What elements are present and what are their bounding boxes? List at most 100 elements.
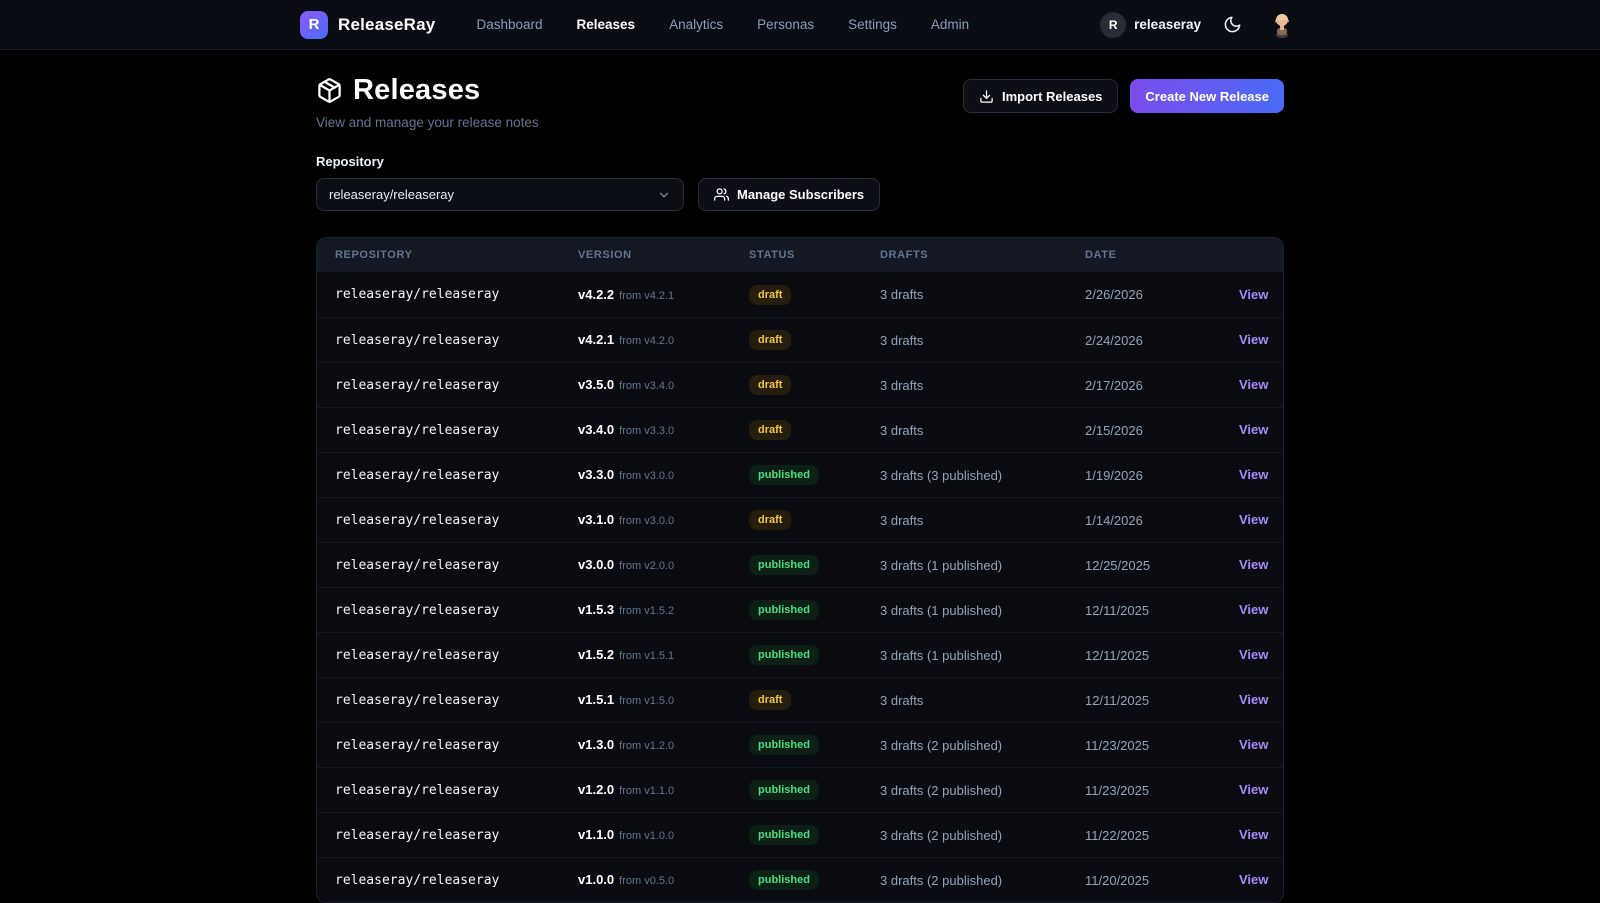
row-status: published xyxy=(749,870,880,890)
row-version-number: v4.2.1 xyxy=(578,332,614,347)
nav-item-settings[interactable]: Settings xyxy=(848,17,897,32)
table-row: releaseray/releaseray v1.5.3from v1.5.2 … xyxy=(317,587,1283,632)
table-row: releaseray/releaseray v3.0.0from v2.0.0 … xyxy=(317,542,1283,587)
nav-item-admin[interactable]: Admin xyxy=(931,17,969,32)
view-link[interactable]: View xyxy=(1239,287,1268,302)
row-date: 2/26/2026 xyxy=(1085,287,1239,302)
row-version: v4.2.1from v4.2.0 xyxy=(578,331,749,349)
row-actions: View xyxy=(1239,871,1284,889)
view-link[interactable]: View xyxy=(1239,827,1268,842)
row-drafts: 3 drafts (2 published) xyxy=(880,738,1085,753)
view-link[interactable]: View xyxy=(1239,512,1268,527)
row-version-number: v1.5.2 xyxy=(578,647,614,662)
row-date: 11/22/2025 xyxy=(1085,828,1239,843)
row-drafts: 3 drafts (1 published) xyxy=(880,648,1085,663)
table-row: releaseray/releaseray v3.5.0from v3.4.0 … xyxy=(317,362,1283,407)
row-repository: releaseray/releaseray xyxy=(317,287,578,302)
row-version-number: v3.0.0 xyxy=(578,557,614,572)
row-actions: View xyxy=(1239,511,1284,529)
release-table-body: releaseray/releaseray v4.2.2from v4.2.1 … xyxy=(317,272,1283,902)
row-version-from: from v3.0.0 xyxy=(619,470,674,482)
nav-item-releases[interactable]: Releases xyxy=(577,17,636,32)
row-status: published xyxy=(749,645,880,665)
nav-user-area: R releaseray xyxy=(1100,7,1300,43)
row-version-from: from v1.0.0 xyxy=(619,830,674,842)
status-badge: draft xyxy=(749,510,791,530)
row-drafts: 3 drafts (1 published) xyxy=(880,603,1085,618)
row-status: published xyxy=(749,600,880,620)
row-version-number: v3.1.0 xyxy=(578,512,614,527)
brand[interactable]: R ReleaseRay xyxy=(300,11,435,39)
row-status: draft xyxy=(749,420,880,440)
row-date: 11/23/2025 xyxy=(1085,738,1239,753)
row-status: published xyxy=(749,780,880,800)
table-row: releaseray/releaseray v1.0.0from v0.5.0 … xyxy=(317,857,1283,902)
view-link[interactable]: View xyxy=(1239,692,1268,707)
users-icon xyxy=(714,187,729,202)
manage-subscribers-button[interactable]: Manage Subscribers xyxy=(698,178,880,211)
top-nav: R ReleaseRay Dashboard Releases Analytics P… xyxy=(0,0,1600,50)
view-link[interactable]: View xyxy=(1239,377,1268,392)
view-link[interactable]: View xyxy=(1239,647,1268,662)
view-link[interactable]: View xyxy=(1239,737,1268,752)
row-version-number: v1.3.0 xyxy=(578,737,614,752)
row-actions: View xyxy=(1239,331,1284,349)
status-badge: published xyxy=(749,465,819,485)
col-repository: REPOSITORY xyxy=(317,249,578,261)
repository-select[interactable]: releaseray/releaseray xyxy=(316,178,684,211)
table-header-row: REPOSITORY VERSION STATUS DRAFTS DATE xyxy=(317,238,1283,272)
row-version-from: from v3.3.0 xyxy=(619,425,674,437)
create-new-release-button[interactable]: Create New Release xyxy=(1130,79,1284,113)
table-row: releaseray/releaseray v4.2.1from v4.2.0 … xyxy=(317,317,1283,362)
view-link[interactable]: View xyxy=(1239,422,1268,437)
row-drafts: 3 drafts xyxy=(880,287,1085,302)
page-subtitle: View and manage your release notes xyxy=(316,115,539,130)
status-badge: published xyxy=(749,870,819,890)
profile-avatar-button[interactable] xyxy=(1264,7,1300,43)
view-link[interactable]: View xyxy=(1239,557,1268,572)
repository-row: releaseray/releaseray Manage Subscribers xyxy=(316,178,1284,211)
row-drafts: 3 drafts (2 published) xyxy=(880,783,1085,798)
nav-item-dashboard[interactable]: Dashboard xyxy=(476,17,542,32)
row-status: draft xyxy=(749,330,880,350)
row-version-number: v1.1.0 xyxy=(578,827,614,842)
header-actions: Import Releases Create New Release xyxy=(963,79,1284,113)
status-badge: draft xyxy=(749,420,791,440)
row-date: 1/19/2026 xyxy=(1085,468,1239,483)
user-chip[interactable]: R releaseray xyxy=(1100,12,1201,38)
theme-toggle-button[interactable] xyxy=(1219,11,1246,38)
view-link[interactable]: View xyxy=(1239,872,1268,887)
row-actions: View xyxy=(1239,781,1284,799)
row-version-number: v1.0.0 xyxy=(578,872,614,887)
page-title: Releases xyxy=(353,74,480,107)
brand-logo-letter: R xyxy=(309,16,320,33)
table-row: releaseray/releaseray v1.5.1from v1.5.0 … xyxy=(317,677,1283,722)
nav-item-analytics[interactable]: Analytics xyxy=(669,17,723,32)
row-status: published xyxy=(749,825,880,845)
table-row: releaseray/releaseray v3.3.0from v3.0.0 … xyxy=(317,452,1283,497)
row-version: v1.5.2 from v1.5.1 xyxy=(578,646,749,664)
row-date: 2/17/2026 xyxy=(1085,378,1239,393)
row-version: v1.3.0from v1.2.0 xyxy=(578,736,749,754)
table-row: releaseray/releaseray v3.4.0from v3.3.0 … xyxy=(317,407,1283,452)
row-actions: View xyxy=(1239,286,1284,304)
row-version-from: from v1.5.1 xyxy=(619,650,674,662)
row-actions: View xyxy=(1239,691,1284,709)
view-link[interactable]: View xyxy=(1239,782,1268,797)
row-version-from: from v0.5.0 xyxy=(619,875,674,887)
status-badge: published xyxy=(749,780,819,800)
row-date: 11/23/2025 xyxy=(1085,783,1239,798)
view-link[interactable]: View xyxy=(1239,602,1268,617)
col-version: VERSION xyxy=(578,249,749,261)
view-link[interactable]: View xyxy=(1239,467,1268,482)
row-actions: View xyxy=(1239,376,1284,394)
nav-item-personas[interactable]: Personas xyxy=(757,17,814,32)
releases-table: REPOSITORY VERSION STATUS DRAFTS DATE re… xyxy=(316,237,1284,903)
import-releases-button[interactable]: Import Releases xyxy=(963,79,1118,113)
table-row: releaseray/releaseray v1.3.0from v1.2.0 … xyxy=(317,722,1283,767)
main-content: Releases View and manage your release no… xyxy=(316,50,1284,903)
row-version-number: v1.5.3 xyxy=(578,602,614,617)
row-version-from: from v1.5.2 xyxy=(619,605,674,617)
view-link[interactable]: View xyxy=(1239,332,1268,347)
repository-select-value: releaseray/releaseray xyxy=(329,187,454,202)
